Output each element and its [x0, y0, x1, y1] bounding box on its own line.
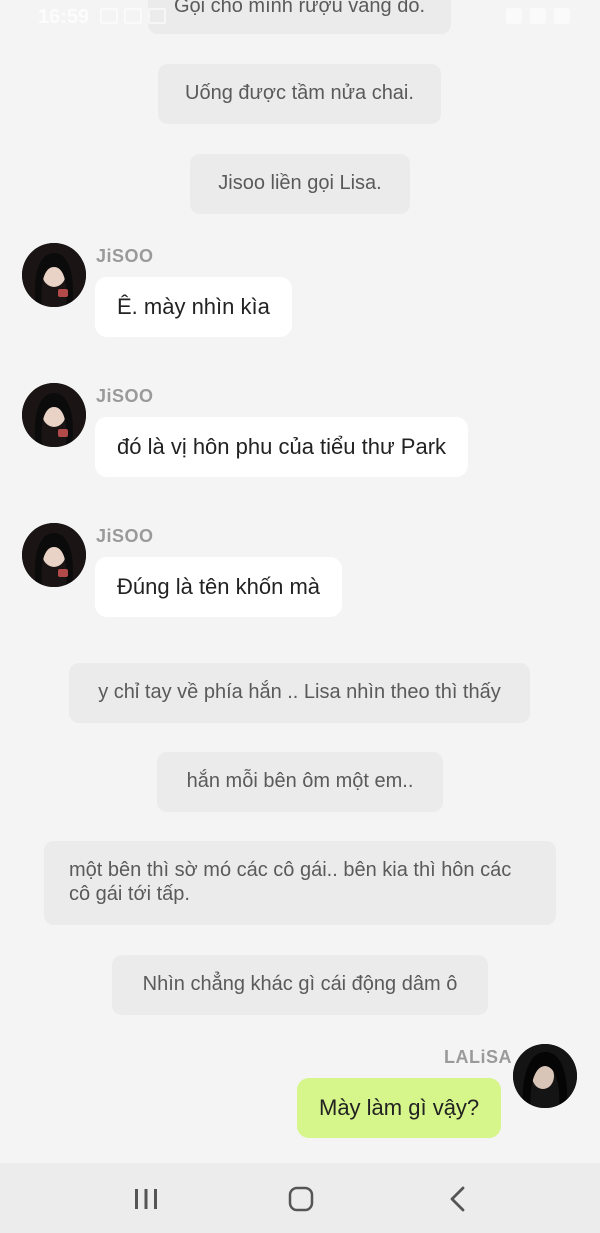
status-bar: 16:59	[0, 0, 600, 36]
message-text: Đúng là tên khốn mà	[117, 574, 321, 599]
narration-bubble: hắn mỗi bên ôm một em..	[157, 752, 443, 812]
status-time: 16:59	[38, 6, 90, 28]
narration-text: Uống được tầm nửa chai.	[185, 82, 414, 104]
avatar[interactable]	[22, 523, 86, 587]
sender-name: JiSOO	[96, 246, 154, 266]
navigation-bar	[0, 1163, 600, 1233]
message-text: Mày làm gì vậy?	[319, 1095, 480, 1120]
message-bubble[interactable]: Đúng là tên khốn mà	[95, 557, 343, 617]
narration-bubble: Uống được tầm nửa chai.	[158, 64, 441, 124]
signal-icon	[530, 8, 546, 24]
messenger-notification-icon	[148, 8, 166, 24]
narration-bubble: Jisoo liền gọi Lisa.	[190, 154, 410, 214]
message-bubble[interactable]: Mày làm gì vậy?	[297, 1078, 502, 1138]
home-icon	[288, 1186, 314, 1212]
message-text: Ê. mày nhìn kìa	[117, 294, 270, 319]
sender-name: JiSOO	[96, 526, 154, 546]
notification-icons	[100, 8, 166, 24]
narration-text: Jisoo liền gọi Lisa.	[218, 172, 382, 194]
system-icons	[506, 8, 570, 24]
avatar[interactable]	[513, 1044, 577, 1108]
narration-text: hắn mỗi bên ôm một em..	[186, 770, 414, 792]
battery-icon	[554, 8, 570, 24]
narration-text: Nhìn chẳng khác gì cái động dâm ô	[142, 973, 458, 995]
message-bubble[interactable]: đó là vị hôn phu của tiểu thư Park	[95, 417, 469, 477]
image-notification-icon	[100, 8, 118, 24]
message-text: đó là vị hôn phu của tiểu thư Park	[117, 434, 447, 459]
avatar[interactable]	[22, 243, 86, 307]
wifi-icon	[506, 8, 522, 24]
avatar[interactable]	[22, 383, 86, 447]
back-button[interactable]	[428, 1177, 488, 1221]
sender-name: JiSOO	[96, 386, 154, 406]
narration-text: một bên thì sờ mó các cô gái.. bên kia t…	[69, 859, 512, 905]
back-icon	[450, 1186, 465, 1212]
narration-text: y chỉ tay về phía hắn .. Lisa nhìn theo …	[98, 681, 501, 703]
recent-apps-button[interactable]	[116, 1177, 176, 1221]
message-bubble[interactable]: Ê. mày nhìn kìa	[95, 277, 292, 337]
home-button[interactable]	[271, 1177, 331, 1221]
app-notification-icon	[124, 8, 142, 24]
sender-name: LALiSA	[444, 1047, 512, 1067]
narration-bubble: một bên thì sờ mó các cô gái.. bên kia t…	[44, 841, 556, 925]
narration-bubble: Nhìn chẳng khác gì cái động dâm ô	[112, 955, 488, 1015]
chat-area[interactable]: Gọi cho mình rượu vang đỏ. Uống được tầm…	[0, 0, 600, 1163]
narration-bubble: y chỉ tay về phía hắn .. Lisa nhìn theo …	[69, 663, 530, 723]
recent-apps-icon	[135, 1189, 157, 1209]
